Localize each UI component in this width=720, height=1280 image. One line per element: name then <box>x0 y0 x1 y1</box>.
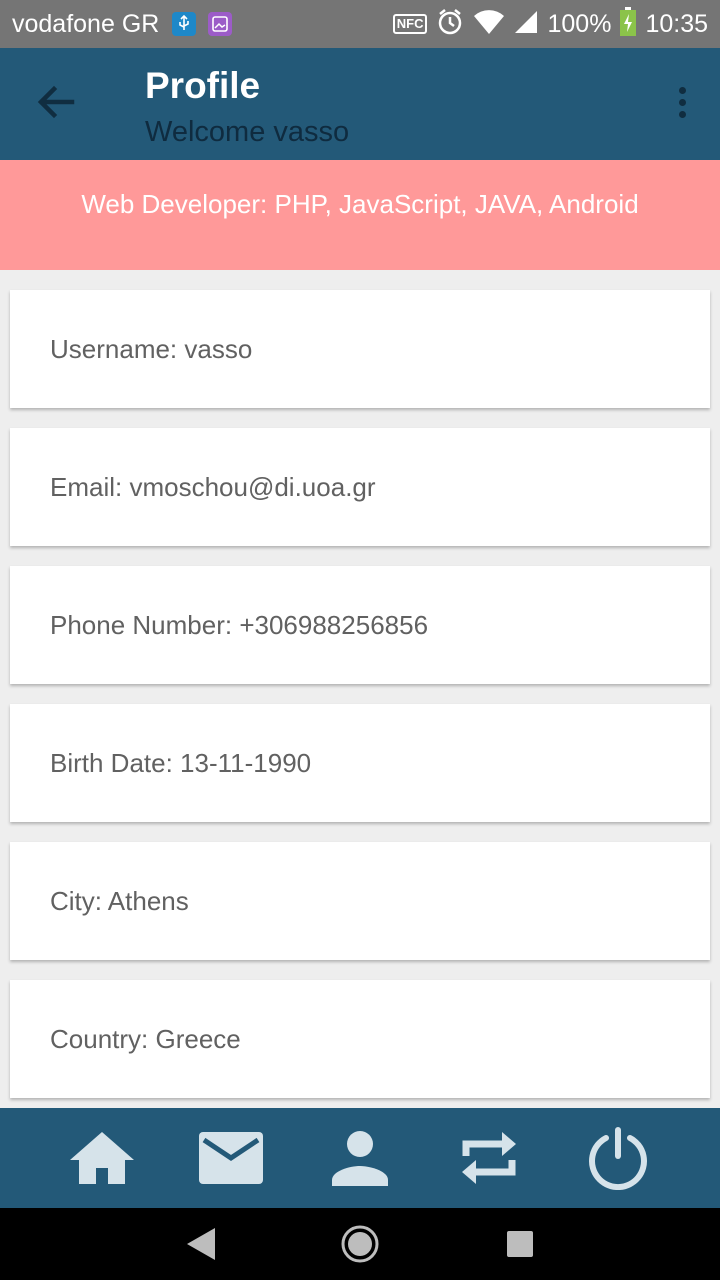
carrier-label: vodafone GR <box>12 10 160 38</box>
email-card: Email: vmoschou@di.uoa.gr <box>10 428 710 546</box>
home-button[interactable] <box>67 1123 137 1193</box>
nfc-icon: NFC <box>392 14 428 34</box>
home-icon <box>70 1132 135 1184</box>
city-text: City: Athens <box>50 886 189 916</box>
more-vert-icon-dot <box>678 98 686 106</box>
page-title: Profile <box>145 65 261 106</box>
logout-button[interactable] <box>583 1123 653 1193</box>
mail-icon <box>199 1132 264 1184</box>
phone-card: Phone Number: +306988256856 <box>10 566 710 684</box>
username-card: Username: vasso <box>10 290 710 408</box>
more-options-button[interactable] <box>670 78 694 126</box>
wifi-icon <box>473 8 505 41</box>
occupation-banner: Web Developer: PHP, JavaScript, JAVA, An… <box>0 160 720 270</box>
more-vert-icon <box>678 86 686 94</box>
messages-button[interactable] <box>196 1123 266 1193</box>
occupation-text: Web Developer: PHP, JavaScript, JAVA, An… <box>81 189 639 219</box>
country-text: Country: Greece <box>50 1024 241 1054</box>
birth-date-text: Birth Date: 13-11-1990 <box>50 748 312 778</box>
battery-charging-icon <box>619 6 637 42</box>
back-button[interactable] <box>28 74 84 130</box>
more-vert-icon-dot <box>678 110 686 118</box>
repeat-icon <box>461 1132 516 1184</box>
triangle-back-icon <box>187 1228 215 1260</box>
bottom-navigation <box>0 1108 720 1208</box>
city-card: City: Athens <box>10 842 710 960</box>
system-navigation-bar <box>0 1208 720 1280</box>
status-icons: NFC 100% 10:35 <box>392 6 708 42</box>
username-text: Username: vasso <box>50 334 253 364</box>
clock: 10:35 <box>645 10 708 38</box>
page-subtitle: Welcome vasso <box>145 116 350 148</box>
power-icon <box>588 1127 647 1190</box>
email-text: Email: vmoschou@di.uoa.gr <box>50 472 376 502</box>
battery-percentage: 100% <box>547 10 612 38</box>
circle-home-icon <box>341 1225 379 1263</box>
cell-signal-icon <box>513 9 539 40</box>
alarm-icon <box>435 7 465 42</box>
birth-date-card: Birth Date: 13-11-1990 <box>10 704 710 822</box>
app-toolbar: Profile Welcome vasso <box>0 48 720 160</box>
square-recents-icon <box>507 1231 533 1257</box>
person-icon <box>331 1131 388 1186</box>
usb-icon <box>172 12 196 36</box>
system-back-button[interactable] <box>180 1224 220 1264</box>
status-bar: vodafone GR NFC 100% 10:35 <box>0 0 720 48</box>
profile-details-list: Username: vasso Email: vmoschou@di.uoa.g… <box>10 290 710 1118</box>
system-home-button[interactable] <box>340 1224 380 1264</box>
arrow-back-icon <box>37 85 75 119</box>
country-card: Country: Greece <box>10 980 710 1098</box>
profile-button[interactable] <box>325 1123 395 1193</box>
gallery-icon <box>208 12 232 36</box>
phone-text: Phone Number: +306988256856 <box>50 610 429 640</box>
repeat-button[interactable] <box>454 1123 524 1193</box>
system-recents-button[interactable] <box>500 1224 540 1264</box>
